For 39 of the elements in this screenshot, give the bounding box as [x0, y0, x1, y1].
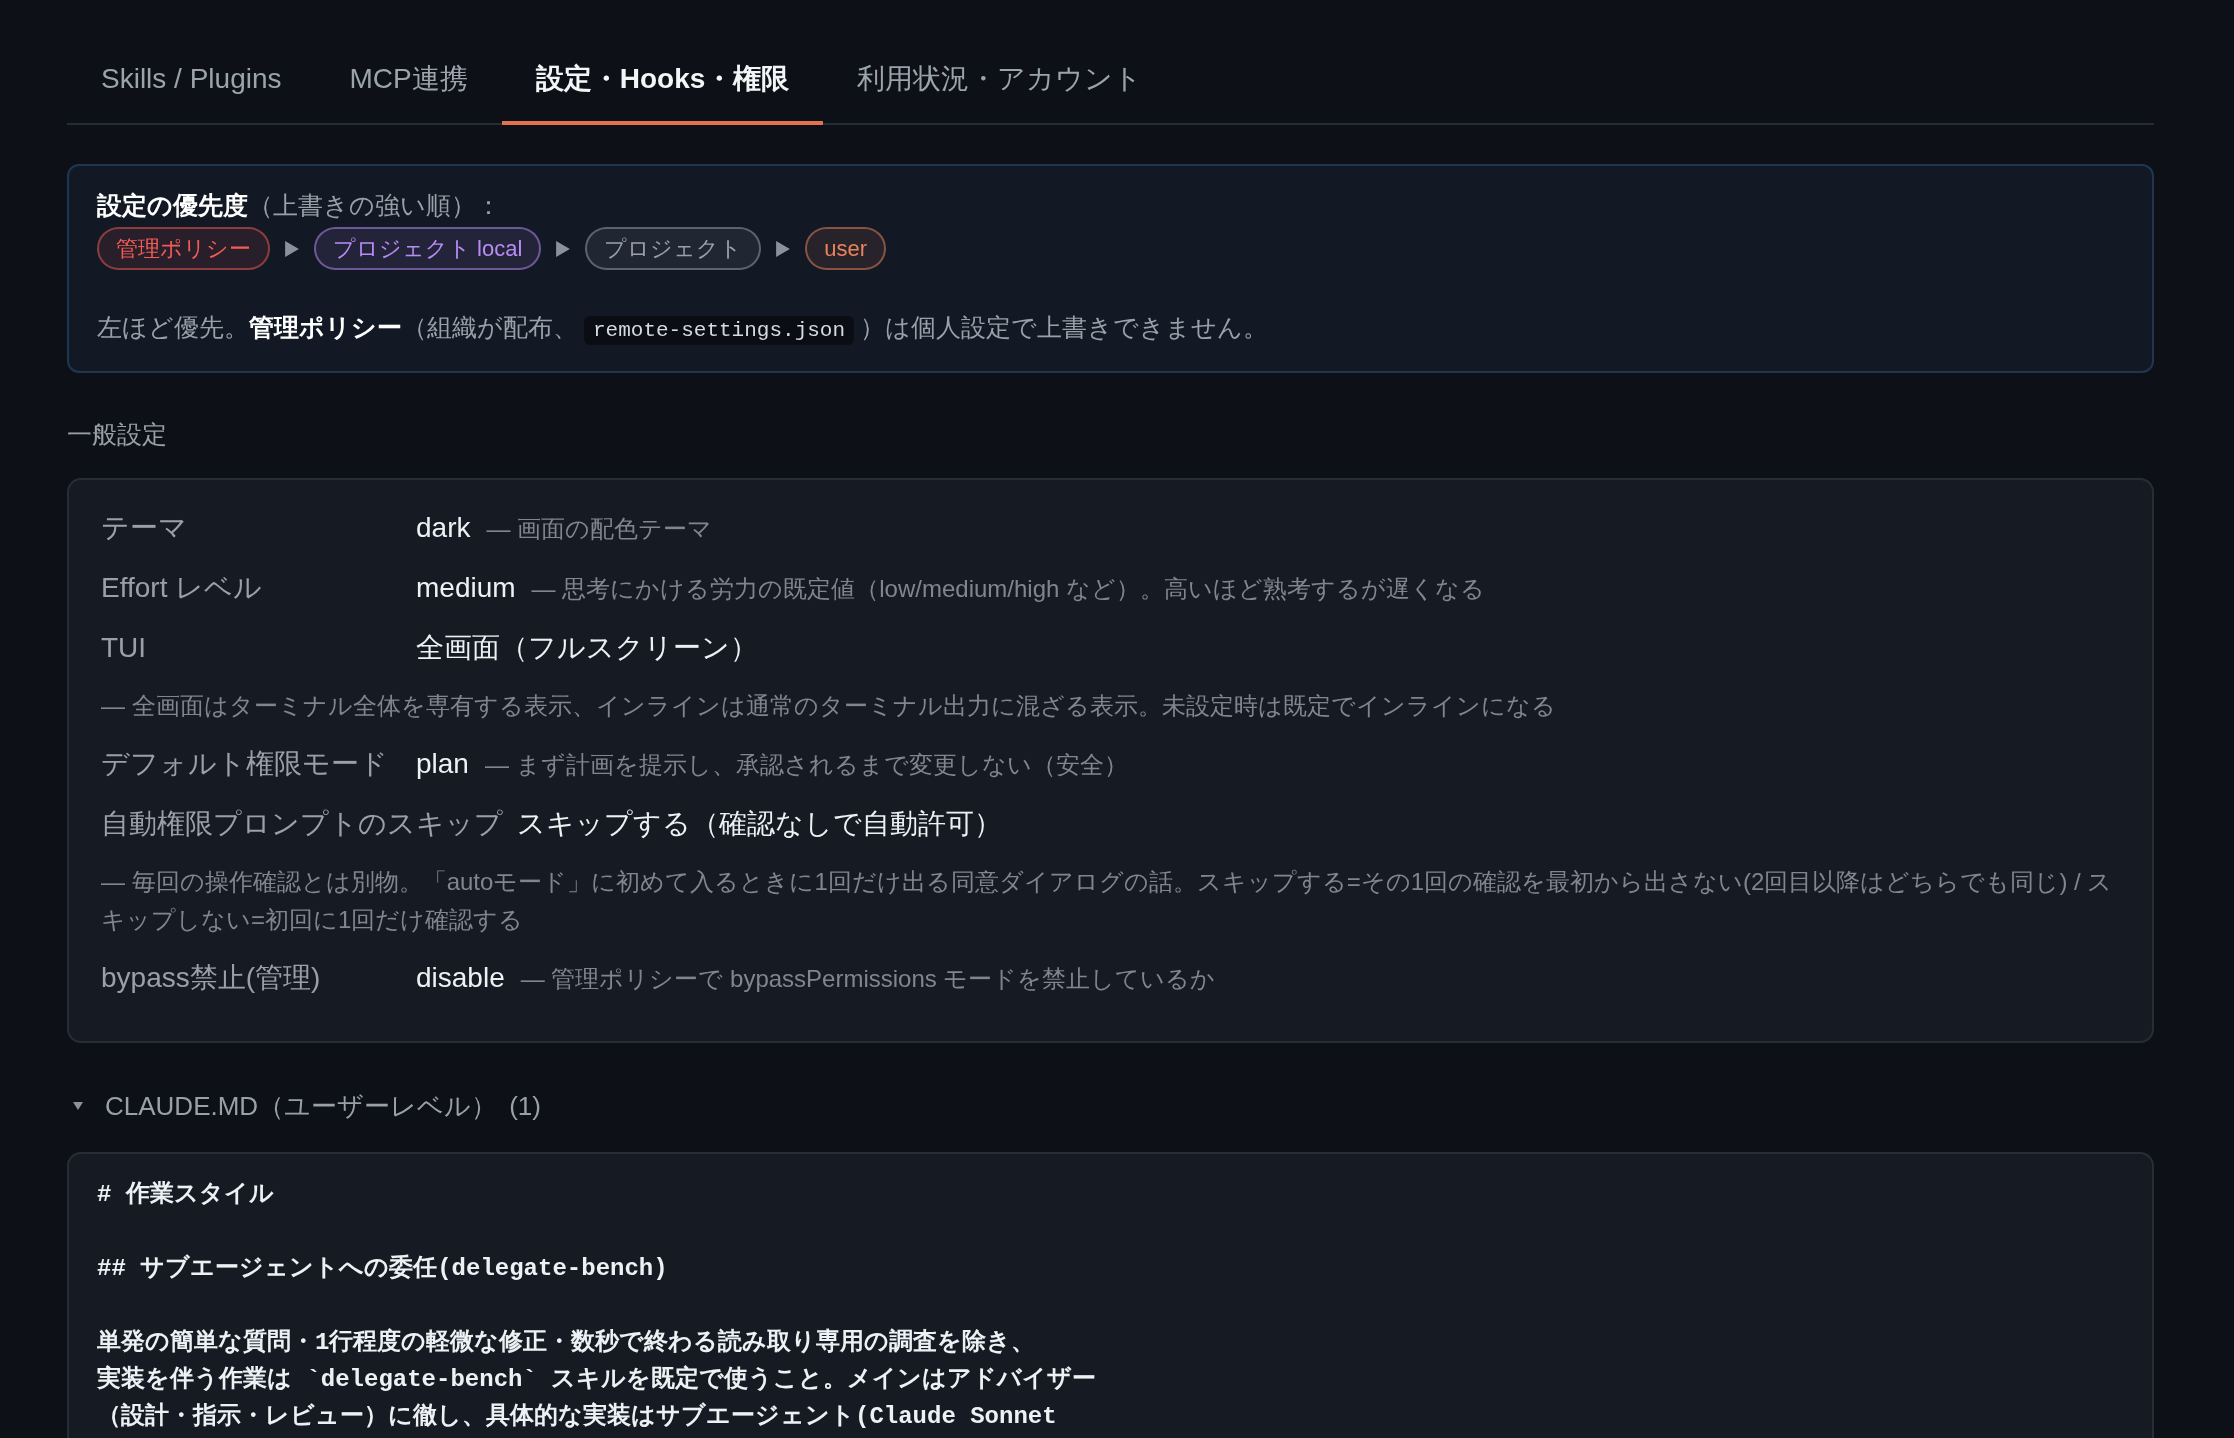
setting-value: disable — [416, 961, 505, 995]
markdown-line: （設計・指示・レビュー）に徹し、具体的な実装はサブエージェント(Claude Sonnet — [97, 1401, 1057, 1432]
priority-tag: プロジェクト — [585, 227, 762, 270]
priority-tag: 管理ポリシー — [97, 227, 270, 270]
setting-value: 全画面（フルスクリーン） — [416, 631, 758, 665]
setting-description: — 全画面はターミナル全体を専有する表示、インラインは通常のターミナル出力に混ざる表示。未設定時は既定でインラインになる — [101, 691, 1557, 721]
setting-value: スキップする（確認なしで自動許可） — [517, 807, 1002, 841]
setting-description: — 思考にかける労力の既定値（low/medium/high など）。高いほど熟考するが遅くなる — [531, 574, 1485, 604]
setting-label: テーマ — [101, 511, 188, 545]
priority-title: 設定の優先度（上書きの強い順）： — [97, 190, 502, 221]
tab[interactable]: 利用状況・アカウント — [823, 34, 1177, 125]
priority-tag: user — [805, 227, 887, 270]
setting-value: dark — [416, 511, 471, 545]
markdown-line: 単発の簡単な質問・1行程度の軽微な修正・数秒で終わる読み取り専用の調査を除き、 — [97, 1327, 1036, 1358]
tab[interactable]: MCP連携 — [315, 34, 502, 125]
setting-label: Effort レベル — [101, 571, 264, 605]
triangle-right-icon — [285, 240, 299, 257]
count-label: (1) — [509, 1090, 541, 1123]
priority-note: 左ほど優先。管理ポリシー（組織が配布、 remote-settings.json ）は個人設定で上書きできません。 — [97, 310, 2122, 348]
setting-label: TUI — [101, 631, 148, 665]
triangle-right-icon — [776, 240, 791, 257]
setting-description: — 管理ポリシーで bypassPermissions モードを禁止しているか — [520, 964, 1216, 994]
setting-value: medium — [416, 571, 516, 605]
setting-description: — 毎回の操作確認とは別物。「autoモード」に初めて入るときに1回だけ出る同意ダイアログの話。スキップする=その1回の確認を最初から出さない(2回目以降はどちらでも同じ) / スキップしない=初回に1回だけ確認する — [101, 867, 2114, 935]
markdown-line: # 作業スタイル — [97, 1180, 274, 1210]
setting-label: 自動権限プロンプトのスキップ — [101, 807, 503, 841]
markdown-line: 実装を伴う作業は `delegate-bench` スキルを既定で使うこと。メインはアドバイザー — [97, 1364, 1097, 1395]
priority-tag: プロジェクト local — [314, 227, 542, 270]
setting-label: デフォルト権限モード — [101, 747, 389, 781]
setting-description: — 画面の配色テーマ — [486, 514, 713, 544]
section-heading: 一般設定 — [67, 419, 167, 450]
section-toggle[interactable]: CLAUDE.MD（ユーザーレベル） — [73, 1086, 498, 1126]
markdown-line: ## サブエージェントへの委任(delegate-bench) — [97, 1253, 668, 1284]
tab[interactable]: 設定・Hooks・権限 — [501, 34, 824, 125]
setting-value: plan — [416, 747, 469, 781]
triangle-right-icon — [556, 240, 571, 257]
setting-description: — まず計画を提示し、承認されるまで変更しない（安全） — [484, 750, 1128, 780]
setting-label: bypass禁止(管理) — [101, 961, 322, 995]
tab[interactable]: Skills / Plugins — [67, 34, 316, 125]
